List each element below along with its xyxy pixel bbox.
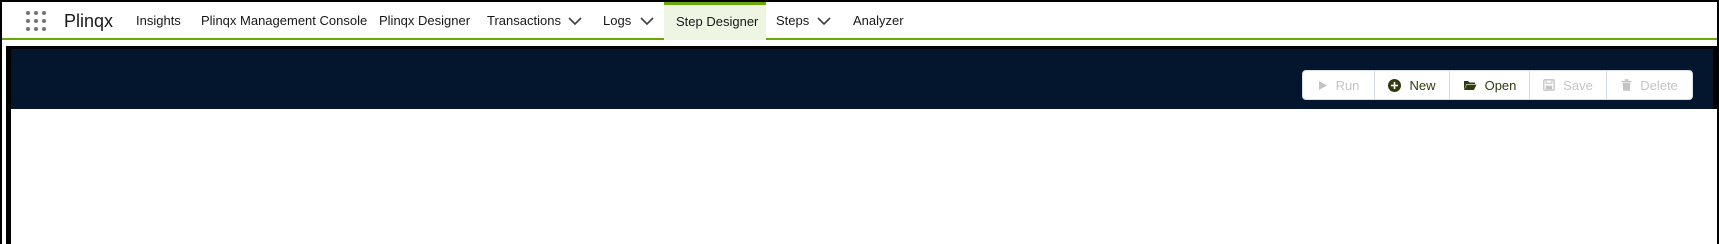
save-button[interactable]: Save	[1529, 70, 1607, 100]
new-button[interactable]: New	[1374, 70, 1450, 100]
play-icon	[1318, 80, 1327, 90]
steps-chevron-down-icon[interactable]	[817, 16, 831, 26]
transactions-chevron-down-icon[interactable]	[568, 16, 582, 26]
save-icon	[1543, 79, 1556, 91]
step-designer-header: Run New Open Save Delete	[11, 49, 1713, 109]
global-navigation-bar: Plinqx Insights Plinqx Management Consol…	[2, 2, 1717, 40]
nav-item-plinqx-designer[interactable]: Plinqx Designer	[367, 2, 482, 40]
app-launcher-icon[interactable]	[26, 11, 46, 31]
folder-open-icon	[1463, 81, 1477, 90]
step-designer-stage: Run New Open Save Delete	[6, 46, 1717, 244]
app-name: Plinqx	[64, 11, 114, 31]
open-button-label: Open	[1484, 77, 1517, 93]
nav-item-logs[interactable]: Logs	[591, 2, 643, 40]
nav-item-analyzer[interactable]: Analyzer	[841, 2, 916, 40]
plus-circle-icon	[1388, 78, 1402, 92]
nav-item-steps[interactable]: Steps	[764, 2, 821, 40]
trash-icon	[1621, 79, 1632, 91]
nav-item-plinqx-management-console[interactable]: Plinqx Management Console	[189, 2, 379, 40]
step-designer-canvas[interactable]	[11, 109, 1717, 244]
run-button[interactable]: Run	[1302, 70, 1375, 100]
new-button-label: New	[1409, 77, 1436, 93]
save-button-label: Save	[1563, 77, 1593, 93]
app-window: Plinqx Insights Plinqx Management Consol…	[2, 2, 1717, 244]
run-button-label: Run	[1335, 77, 1360, 93]
nav-item-step-designer[interactable]: Step Designer	[664, 2, 766, 40]
logs-chevron-down-icon[interactable]	[640, 16, 654, 26]
delete-button-label: Delete	[1640, 77, 1678, 93]
step-actions-button-group: Run New Open Save Delete	[1302, 70, 1693, 100]
nav-item-insights[interactable]: Insights	[124, 2, 193, 40]
open-button[interactable]: Open	[1449, 70, 1530, 100]
delete-button[interactable]: Delete	[1606, 70, 1693, 100]
nav-item-transactions[interactable]: Transactions	[475, 2, 573, 40]
